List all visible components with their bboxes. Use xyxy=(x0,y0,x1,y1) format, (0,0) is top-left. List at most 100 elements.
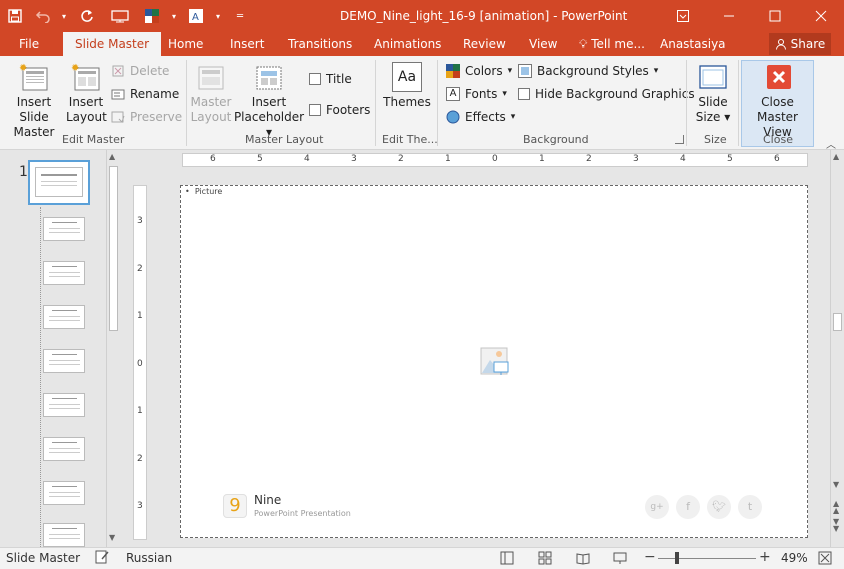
ruler-tick-label: 2 xyxy=(137,453,143,464)
master-thumbnail[interactable] xyxy=(28,160,90,205)
tab-animations[interactable]: Animations xyxy=(374,32,441,56)
ruler-tick-label: 4 xyxy=(304,154,310,164)
next-slide-icon[interactable]: ▼ ▼ xyxy=(833,518,839,533)
reading-view-icon[interactable] xyxy=(576,551,590,568)
effects-dropdown-icon: ▾ xyxy=(510,112,516,122)
slide-sorter-icon[interactable] xyxy=(538,551,552,568)
layout-thumbnail[interactable] xyxy=(43,349,85,373)
layout-thumbnail[interactable] xyxy=(43,261,85,285)
start-from-beginning-icon[interactable] xyxy=(102,0,138,32)
theme-colors-icon[interactable] xyxy=(138,0,166,32)
vertical-ruler[interactable]: 3 2 1 0 1 2 3 xyxy=(133,185,147,540)
tab-slide-master[interactable]: Slide Master xyxy=(63,32,162,56)
spelling-check-icon[interactable] xyxy=(95,550,109,567)
close-master-view-button[interactable]: Close Master View xyxy=(742,62,813,140)
ruler-tick-label: 6 xyxy=(774,154,780,164)
insert-placeholder-button[interactable]: Insert Placeholder ▾ xyxy=(233,62,305,140)
undo-icon[interactable] xyxy=(30,0,56,32)
insert-layout-icon: ✹ xyxy=(70,62,102,92)
hide-background-graphics-checkbox[interactable]: Hide Background Graphics xyxy=(518,85,695,103)
tab-view[interactable]: View xyxy=(529,32,557,56)
editor-vertical-scrollbar[interactable]: ▲ ▼ ▲ ▲ ▼ ▼ xyxy=(830,150,844,547)
thumbnail-scrollbar[interactable]: ▲ ▼ xyxy=(106,150,120,547)
tell-me-search[interactable]: 💡︎ Tell me... xyxy=(579,32,645,56)
ruler-tick-label: 2 xyxy=(137,263,143,274)
themes-button[interactable]: Aa Themes xyxy=(381,62,433,110)
title-bar: ▾ ▾ A ▾ ═ DEMO_Nine_light_16-9 [animatio… xyxy=(0,0,844,32)
colors-icon xyxy=(446,64,460,78)
layout-thumbnail[interactable] xyxy=(43,481,85,505)
horizontal-ruler[interactable]: 6 5 4 3 2 1 0 1 2 3 4 5 6 xyxy=(182,153,808,167)
layout-thumbnail[interactable] xyxy=(43,523,85,547)
preserve-button[interactable]: Preserve xyxy=(111,108,182,126)
undo-dropdown-icon[interactable]: ▾ xyxy=(56,0,72,32)
fonts-dropdown-icon: ▾ xyxy=(502,89,507,99)
slide-show-icon[interactable] xyxy=(613,551,627,568)
slide-size-dropdown-icon: ▾ xyxy=(720,110,731,124)
footers-checkbox[interactable]: Footers xyxy=(309,101,370,119)
layout-thumbnail[interactable] xyxy=(43,393,85,417)
share-button[interactable]: Share xyxy=(769,33,831,55)
title-checkbox[interactable]: Title xyxy=(309,70,352,88)
scroll-down-icon[interactable]: ▼ xyxy=(109,533,115,542)
effects-button[interactable]: Effects ▾ xyxy=(446,108,515,126)
close-window-icon[interactable] xyxy=(798,0,844,32)
ribbon-display-options-icon[interactable] xyxy=(660,0,706,32)
slide-canvas[interactable]: • Picture 9 Nine PowerPoint Presentation… xyxy=(180,185,808,538)
zoom-out-button[interactable]: − xyxy=(644,549,656,565)
thumbnail-pane[interactable]: 1 xyxy=(0,150,122,547)
insert-layout-button[interactable]: ✹ Insert Layout xyxy=(66,62,107,125)
redo-icon[interactable] xyxy=(72,0,102,32)
ruler-tick-label: 5 xyxy=(257,154,263,164)
save-icon[interactable] xyxy=(0,0,30,32)
zoom-slider[interactable] xyxy=(658,558,756,559)
group-label-edit-theme: Edit The... xyxy=(382,133,438,146)
normal-view-icon[interactable] xyxy=(500,551,514,568)
colors-button[interactable]: Colors ▾ xyxy=(446,62,512,80)
user-account[interactable]: Anastasiya xyxy=(660,32,726,56)
delete-button[interactable]: Delete xyxy=(111,62,169,80)
preserve-icon xyxy=(111,111,125,123)
scroll-down-icon[interactable]: ▼ xyxy=(833,480,839,489)
effects-icon xyxy=(446,110,460,124)
tab-transitions[interactable]: Transitions xyxy=(288,32,352,56)
font-color-icon[interactable]: A xyxy=(182,0,210,32)
layout-thumbnail[interactable] xyxy=(43,305,85,329)
rename-button[interactable]: Rename xyxy=(111,85,179,103)
status-bar: Slide Master Russian − + 49% xyxy=(0,547,844,569)
ruler-tick-label: 3 xyxy=(633,154,639,164)
maximize-icon[interactable] xyxy=(752,0,798,32)
minimize-icon[interactable] xyxy=(706,0,752,32)
insert-placeholder-label-2: Placeholder xyxy=(233,110,305,124)
master-layout-label-1: Master xyxy=(190,95,232,109)
font-color-dropdown-icon[interactable]: ▾ xyxy=(210,0,226,32)
zoom-in-button[interactable]: + xyxy=(759,549,771,565)
theme-colors-dropdown-icon[interactable]: ▾ xyxy=(166,0,182,32)
tab-home[interactable]: Home xyxy=(168,32,203,56)
tab-review[interactable]: Review xyxy=(463,32,506,56)
thumbnail-scroll-thumb[interactable] xyxy=(109,166,118,331)
collapse-ribbon-icon[interactable]: ︿ xyxy=(826,136,836,151)
background-dialog-launcher-icon[interactable] xyxy=(675,135,684,144)
fonts-button[interactable]: A Fonts ▾ xyxy=(446,85,507,103)
share-label: Share xyxy=(790,37,826,51)
zoom-slider-thumb[interactable] xyxy=(675,552,679,564)
tab-insert[interactable]: Insert xyxy=(230,32,264,56)
layout-thumbnail[interactable] xyxy=(43,217,85,241)
status-language[interactable]: Russian xyxy=(126,551,172,565)
background-styles-button[interactable]: Background Styles ▾ xyxy=(518,62,658,80)
layout-thumbnail[interactable] xyxy=(43,437,85,461)
insert-slide-master-button[interactable]: ✹ Insert Slide Master xyxy=(3,62,65,140)
master-layout-button[interactable]: Master Layout xyxy=(190,62,232,125)
ruler-tick-label: 1 xyxy=(539,154,545,164)
customize-qat-icon[interactable]: ═ xyxy=(226,0,254,32)
tab-file[interactable]: File xyxy=(19,32,39,56)
scroll-up-icon[interactable]: ▲ xyxy=(833,152,839,161)
fit-slide-to-window-icon[interactable] xyxy=(818,551,832,568)
picture-placeholder-icon[interactable] xyxy=(480,347,510,380)
previous-slide-icon[interactable]: ▲ ▲ xyxy=(833,500,839,515)
scroll-up-icon[interactable]: ▲ xyxy=(109,152,115,161)
editor-scroll-thumb[interactable] xyxy=(833,313,842,331)
slide-size-button[interactable]: Slide Size ▾ xyxy=(692,62,734,125)
zoom-level[interactable]: 49% xyxy=(781,551,808,565)
